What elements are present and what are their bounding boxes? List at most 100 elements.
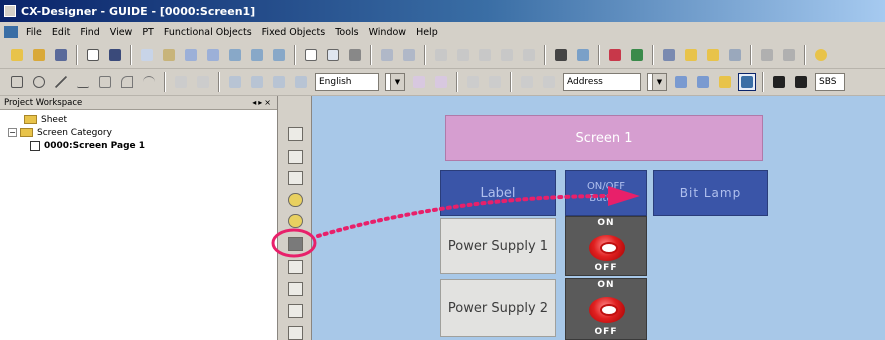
- test-icon[interactable]: [726, 46, 744, 64]
- paste-icon[interactable]: [160, 46, 178, 64]
- on-off-button-icon[interactable]: [288, 237, 303, 251]
- paste-object-icon[interactable]: [476, 46, 494, 64]
- menu-pt[interactable]: PT: [137, 27, 159, 38]
- simulation-stop-icon[interactable]: [780, 46, 798, 64]
- chevron-down-icon[interactable]: ▼: [652, 74, 666, 90]
- chevron-down-icon[interactable]: ▼: [390, 74, 404, 90]
- extra-select[interactable]: SBS: [815, 73, 845, 91]
- text-style-icon[interactable]: [432, 73, 450, 91]
- cut-icon[interactable]: [432, 46, 450, 64]
- menu-fixed-objects[interactable]: Fixed Objects: [257, 27, 331, 38]
- text-object-icon[interactable]: [288, 171, 303, 185]
- replace-icon[interactable]: [574, 46, 592, 64]
- bit-lamp-object[interactable]: Bit Lamp: [653, 170, 768, 216]
- menu-view[interactable]: View: [105, 27, 138, 38]
- arc-tool-icon[interactable]: [140, 73, 158, 91]
- send-back-icon[interactable]: [292, 73, 310, 91]
- text-align-icon[interactable]: [464, 73, 482, 91]
- line-tool-icon[interactable]: [52, 73, 70, 91]
- address-table-icon[interactable]: [694, 73, 712, 91]
- print-icon[interactable]: [346, 46, 364, 64]
- word-button-icon[interactable]: [288, 260, 303, 274]
- menu-window[interactable]: Window: [364, 27, 411, 38]
- folder-icon[interactable]: [704, 46, 722, 64]
- new-project-icon[interactable]: [8, 46, 26, 64]
- text-position-icon[interactable]: [540, 73, 558, 91]
- copy-object-icon[interactable]: [454, 46, 472, 64]
- tree-label-category: Screen Category: [37, 127, 112, 138]
- numeral-display-icon[interactable]: [288, 304, 303, 318]
- transfer-icon[interactable]: [682, 46, 700, 64]
- tools-icon[interactable]: [660, 46, 678, 64]
- power-switch-2[interactable]: ON OFF: [565, 278, 647, 340]
- tree-item-screen-page[interactable]: 0000:Screen Page 1: [8, 139, 277, 152]
- menu-edit[interactable]: Edit: [47, 27, 75, 38]
- lamp-object-icon[interactable]: [288, 193, 303, 207]
- label-object[interactable]: Label: [440, 170, 556, 216]
- menu-find[interactable]: Find: [75, 27, 104, 38]
- document-icon[interactable]: [4, 26, 18, 38]
- fill-color-icon[interactable]: [770, 73, 788, 91]
- grid-icon[interactable]: [182, 46, 200, 64]
- power-supply-1-label[interactable]: Power Supply 1: [440, 218, 556, 274]
- screen-list-icon[interactable]: [248, 46, 266, 64]
- power-supply-2-label[interactable]: Power Supply 2: [440, 279, 556, 337]
- command-button-icon[interactable]: [288, 282, 303, 296]
- group-icon[interactable]: [226, 73, 244, 91]
- screen-title-label[interactable]: Screen 1: [445, 115, 763, 161]
- find-icon[interactable]: [552, 46, 570, 64]
- polyline-tool-icon[interactable]: [74, 73, 92, 91]
- grid-settings-icon[interactable]: [204, 46, 222, 64]
- new-screen-icon[interactable]: [84, 46, 102, 64]
- menu-file[interactable]: File: [21, 27, 47, 38]
- simulation-icon[interactable]: [758, 46, 776, 64]
- text-wrap-icon[interactable]: [518, 73, 536, 91]
- undo-icon[interactable]: [378, 46, 396, 64]
- fixed-object-icon[interactable]: [288, 127, 303, 141]
- language-select[interactable]: English: [315, 73, 379, 91]
- collapse-icon[interactable]: −: [8, 128, 17, 137]
- polygon-tool-icon[interactable]: [96, 73, 114, 91]
- workspace-controls[interactable]: ◂▸×: [252, 98, 273, 107]
- align-left-icon[interactable]: [172, 73, 190, 91]
- delete-icon[interactable]: [498, 46, 516, 64]
- help-icon[interactable]: [812, 46, 830, 64]
- open-icon[interactable]: [30, 46, 48, 64]
- bit-lamp-object-icon[interactable]: [288, 214, 303, 228]
- print-preview-icon[interactable]: [324, 46, 342, 64]
- screen-icon[interactable]: [226, 46, 244, 64]
- bring-front-icon[interactable]: [270, 73, 288, 91]
- menu-help[interactable]: Help: [411, 27, 443, 38]
- tree-item-screen-category[interactable]: − Screen Category: [8, 126, 277, 139]
- check-icon[interactable]: [628, 46, 646, 64]
- redo-icon[interactable]: [400, 46, 418, 64]
- sector-tool-icon[interactable]: [118, 73, 136, 91]
- text-size-icon[interactable]: [410, 73, 428, 91]
- rectangle-tool-icon[interactable]: [8, 73, 26, 91]
- address-select[interactable]: Address: [563, 73, 641, 91]
- select-mode-icon[interactable]: [738, 73, 756, 91]
- table-icon[interactable]: [520, 46, 538, 64]
- address-dropdown[interactable]: ▼: [647, 73, 667, 91]
- menu-functional-objects[interactable]: Functional Objects: [159, 27, 257, 38]
- language-dropdown[interactable]: ▼: [385, 73, 405, 91]
- tree-item-sheet[interactable]: Sheet: [8, 113, 277, 126]
- string-display-icon[interactable]: [288, 326, 303, 340]
- build-icon[interactable]: [606, 46, 624, 64]
- menu-tools[interactable]: Tools: [330, 27, 363, 38]
- document-icon[interactable]: [302, 46, 320, 64]
- label-object-icon[interactable]: [288, 150, 303, 164]
- on-off-button-object[interactable]: ON/OFF Button: [565, 170, 647, 216]
- address-list-icon[interactable]: [672, 73, 690, 91]
- circle-tool-icon[interactable]: [30, 73, 48, 91]
- line-color-icon[interactable]: [792, 73, 810, 91]
- ungroup-icon[interactable]: [248, 73, 266, 91]
- power-switch-1[interactable]: ON OFF: [565, 216, 647, 276]
- save-icon[interactable]: [106, 46, 124, 64]
- save-all-icon[interactable]: [52, 46, 70, 64]
- screen-properties-icon[interactable]: [270, 46, 288, 64]
- address-tag-icon[interactable]: [716, 73, 734, 91]
- text-justify-icon[interactable]: [486, 73, 504, 91]
- copy-icon[interactable]: [138, 46, 156, 64]
- align-right-icon[interactable]: [194, 73, 212, 91]
